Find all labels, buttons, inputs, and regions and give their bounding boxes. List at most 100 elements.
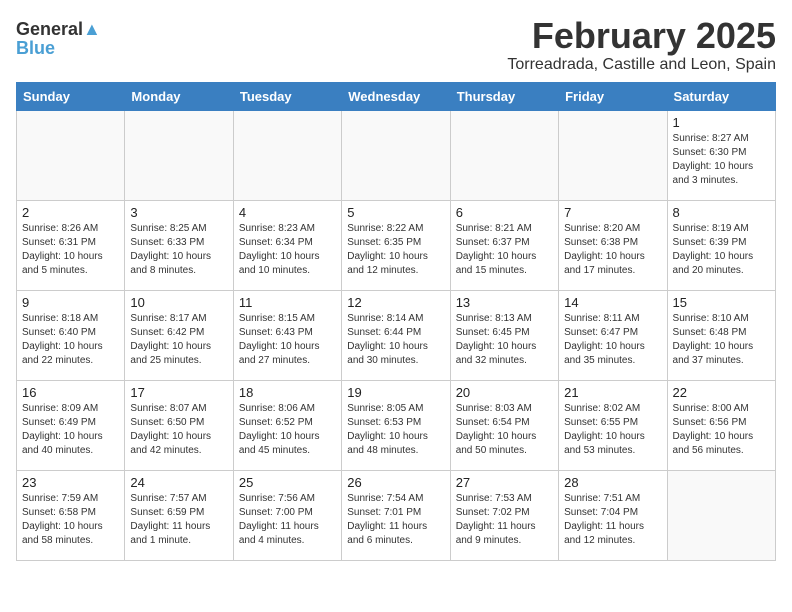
- day-number: 2: [22, 205, 119, 220]
- calendar-cell: [17, 110, 125, 200]
- calendar-cell: 1 Sunrise: 8:27 AM Sunset: 6:30 PM Daylig…: [667, 110, 775, 200]
- calendar-header-tuesday: Tuesday: [233, 82, 341, 110]
- header: General▲ Blue February 2025 Torreadrada,…: [16, 16, 776, 74]
- calendar-header-saturday: Saturday: [667, 82, 775, 110]
- day-number: 10: [130, 295, 227, 310]
- day-number: 12: [347, 295, 444, 310]
- calendar-week-4: 16 Sunrise: 8:09 AM Sunset: 6:49 PM Dayli…: [17, 380, 776, 470]
- day-number: 22: [673, 385, 770, 400]
- day-info: Sunrise: 7:51 AM Sunset: 7:04 PM Dayligh…: [564, 492, 661, 548]
- logo: General▲ Blue: [16, 20, 101, 59]
- calendar-cell: 12 Sunrise: 8:14 AM Sunset: 6:44 PM Dayli…: [342, 290, 450, 380]
- calendar-cell: 16 Sunrise: 8:09 AM Sunset: 6:49 PM Dayli…: [17, 380, 125, 470]
- calendar-cell: 23 Sunrise: 7:59 AM Sunset: 6:58 PM Dayli…: [17, 470, 125, 560]
- day-info: Sunrise: 8:02 AM Sunset: 6:55 PM Dayligh…: [564, 402, 661, 458]
- day-info: Sunrise: 7:59 AM Sunset: 6:58 PM Dayligh…: [22, 492, 119, 548]
- calendar-cell: 20 Sunrise: 8:03 AM Sunset: 6:54 PM Dayli…: [450, 380, 558, 470]
- day-number: 26: [347, 475, 444, 490]
- calendar-cell: 10Sunrise: 8:17 AM Sunset: 6:42 PM Dayli…: [125, 290, 233, 380]
- day-number: 7: [564, 205, 661, 220]
- day-info: Sunrise: 7:56 AM Sunset: 7:00 PM Dayligh…: [239, 492, 336, 548]
- calendar-cell: 13 Sunrise: 8:13 AM Sunset: 6:45 PM Dayli…: [450, 290, 558, 380]
- calendar-cell: 28 Sunrise: 7:51 AM Sunset: 7:04 PM Dayli…: [559, 470, 667, 560]
- logo-line2: Blue: [16, 38, 101, 59]
- day-number: 16: [22, 385, 119, 400]
- calendar-cell: 19Sunrise: 8:05 AM Sunset: 6:53 PM Dayli…: [342, 380, 450, 470]
- day-number: 3: [130, 205, 227, 220]
- day-info: Sunrise: 8:00 AM Sunset: 6:56 PM Dayligh…: [673, 402, 770, 458]
- calendar-cell: 14 Sunrise: 8:11 AM Sunset: 6:47 PM Dayli…: [559, 290, 667, 380]
- calendar-cell: 25 Sunrise: 7:56 AM Sunset: 7:00 PM Dayli…: [233, 470, 341, 560]
- calendar-cell: 18Sunrise: 8:06 AM Sunset: 6:52 PM Dayli…: [233, 380, 341, 470]
- calendar-cell: 4Sunrise: 8:23 AM Sunset: 6:34 PM Daylig…: [233, 200, 341, 290]
- day-number: 25: [239, 475, 336, 490]
- title-block: February 2025 Torreadrada, Castille and …: [507, 16, 776, 74]
- calendar-header-row: SundayMondayTuesdayWednesdayThursdayFrid…: [17, 82, 776, 110]
- day-number: 20: [456, 385, 553, 400]
- day-info: Sunrise: 8:18 AM Sunset: 6:40 PM Dayligh…: [22, 312, 119, 368]
- day-number: 15: [673, 295, 770, 310]
- subtitle: Torreadrada, Castille and Leon, Spain: [507, 56, 776, 74]
- calendar-header-wednesday: Wednesday: [342, 82, 450, 110]
- day-number: 1: [673, 115, 770, 130]
- day-info: Sunrise: 8:10 AM Sunset: 6:48 PM Dayligh…: [673, 312, 770, 368]
- day-info: Sunrise: 7:57 AM Sunset: 6:59 PM Dayligh…: [130, 492, 227, 548]
- day-info: Sunrise: 7:53 AM Sunset: 7:02 PM Dayligh…: [456, 492, 553, 548]
- day-number: 14: [564, 295, 661, 310]
- logo-text: General▲: [16, 20, 101, 40]
- day-info: Sunrise: 8:25 AM Sunset: 6:33 PM Dayligh…: [130, 222, 227, 278]
- day-number: 27: [456, 475, 553, 490]
- calendar-cell: 5Sunrise: 8:22 AM Sunset: 6:35 PM Daylig…: [342, 200, 450, 290]
- calendar-cell: 6 Sunrise: 8:21 AM Sunset: 6:37 PM Daylig…: [450, 200, 558, 290]
- day-info: Sunrise: 8:27 AM Sunset: 6:30 PM Dayligh…: [673, 132, 770, 188]
- calendar-cell: 3 Sunrise: 8:25 AM Sunset: 6:33 PM Daylig…: [125, 200, 233, 290]
- day-number: 9: [22, 295, 119, 310]
- day-number: 11: [239, 295, 336, 310]
- day-info: Sunrise: 8:15 AM Sunset: 6:43 PM Dayligh…: [239, 312, 336, 368]
- day-info: Sunrise: 8:11 AM Sunset: 6:47 PM Dayligh…: [564, 312, 661, 368]
- calendar-cell: [667, 470, 775, 560]
- main-title: February 2025: [507, 16, 776, 56]
- calendar-cell: [125, 110, 233, 200]
- day-number: 24: [130, 475, 227, 490]
- calendar-week-1: 1 Sunrise: 8:27 AM Sunset: 6:30 PM Daylig…: [17, 110, 776, 200]
- calendar-cell: 24 Sunrise: 7:57 AM Sunset: 6:59 PM Dayli…: [125, 470, 233, 560]
- calendar-cell: 2 Sunrise: 8:26 AM Sunset: 6:31 PM Daylig…: [17, 200, 125, 290]
- day-info: Sunrise: 8:19 AM Sunset: 6:39 PM Dayligh…: [673, 222, 770, 278]
- calendar-table: SundayMondayTuesdayWednesdayThursdayFrid…: [16, 82, 776, 561]
- calendar-week-5: 23 Sunrise: 7:59 AM Sunset: 6:58 PM Dayli…: [17, 470, 776, 560]
- calendar-cell: [342, 110, 450, 200]
- day-info: Sunrise: 8:07 AM Sunset: 6:50 PM Dayligh…: [130, 402, 227, 458]
- day-number: 28: [564, 475, 661, 490]
- day-number: 21: [564, 385, 661, 400]
- calendar-cell: 11 Sunrise: 8:15 AM Sunset: 6:43 PM Dayli…: [233, 290, 341, 380]
- calendar-cell: 8 Sunrise: 8:19 AM Sunset: 6:39 PM Daylig…: [667, 200, 775, 290]
- day-number: 8: [673, 205, 770, 220]
- day-info: Sunrise: 8:20 AM Sunset: 6:38 PM Dayligh…: [564, 222, 661, 278]
- calendar-week-2: 2 Sunrise: 8:26 AM Sunset: 6:31 PM Daylig…: [17, 200, 776, 290]
- day-info: Sunrise: 8:26 AM Sunset: 6:31 PM Dayligh…: [22, 222, 119, 278]
- day-number: 13: [456, 295, 553, 310]
- calendar-cell: [450, 110, 558, 200]
- calendar-cell: 22 Sunrise: 8:00 AM Sunset: 6:56 PM Dayli…: [667, 380, 775, 470]
- day-number: 6: [456, 205, 553, 220]
- day-info: Sunrise: 8:05 AM Sunset: 6:53 PM Dayligh…: [347, 402, 444, 458]
- day-info: Sunrise: 8:13 AM Sunset: 6:45 PM Dayligh…: [456, 312, 553, 368]
- day-number: 23: [22, 475, 119, 490]
- day-info: Sunrise: 8:03 AM Sunset: 6:54 PM Dayligh…: [456, 402, 553, 458]
- calendar-cell: 27 Sunrise: 7:53 AM Sunset: 7:02 PM Dayli…: [450, 470, 558, 560]
- calendar-header-friday: Friday: [559, 82, 667, 110]
- day-info: Sunrise: 8:06 AM Sunset: 6:52 PM Dayligh…: [239, 402, 336, 458]
- day-info: Sunrise: 8:09 AM Sunset: 6:49 PM Dayligh…: [22, 402, 119, 458]
- calendar-cell: 7 Sunrise: 8:20 AM Sunset: 6:38 PM Daylig…: [559, 200, 667, 290]
- calendar-cell: 17Sunrise: 8:07 AM Sunset: 6:50 PM Dayli…: [125, 380, 233, 470]
- day-info: Sunrise: 8:22 AM Sunset: 6:35 PM Dayligh…: [347, 222, 444, 278]
- day-info: Sunrise: 8:14 AM Sunset: 6:44 PM Dayligh…: [347, 312, 444, 368]
- day-info: Sunrise: 7:54 AM Sunset: 7:01 PM Dayligh…: [347, 492, 444, 548]
- calendar-cell: [233, 110, 341, 200]
- calendar-header-monday: Monday: [125, 82, 233, 110]
- calendar-cell: 15 Sunrise: 8:10 AM Sunset: 6:48 PM Dayli…: [667, 290, 775, 380]
- day-info: Sunrise: 8:21 AM Sunset: 6:37 PM Dayligh…: [456, 222, 553, 278]
- calendar-cell: 21 Sunrise: 8:02 AM Sunset: 6:55 PM Dayli…: [559, 380, 667, 470]
- calendar-header-thursday: Thursday: [450, 82, 558, 110]
